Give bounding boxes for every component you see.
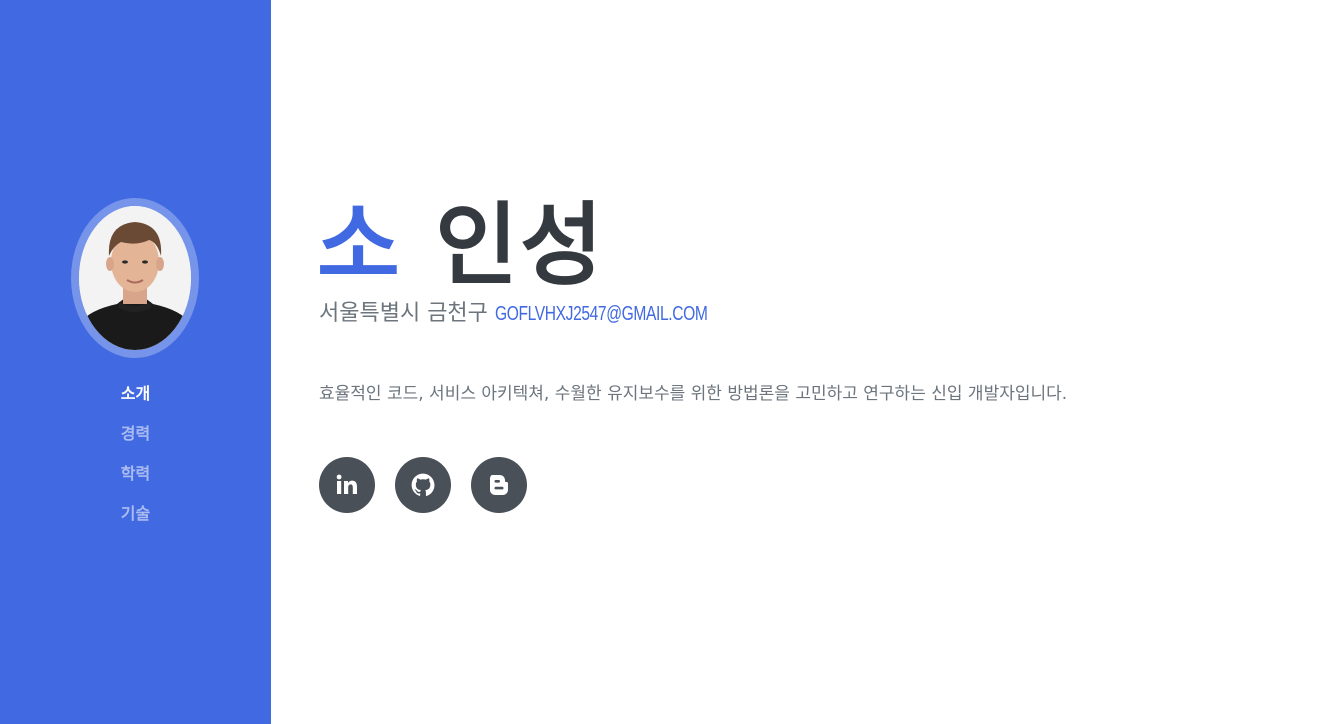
- location-text: 서울특별시 금천구: [319, 301, 488, 326]
- github-button[interactable]: [395, 457, 451, 513]
- profile-name: 소 인성: [317, 196, 605, 296]
- blogger-icon: [490, 475, 508, 495]
- nav-item-education[interactable]: 학력: [0, 460, 271, 500]
- nav-item-skills[interactable]: 기술: [0, 500, 271, 540]
- about-section: 소 인성 서울특별시 금천구 GOFLVHXJ2547@GMAIL.COM 효율…: [271, 0, 1338, 724]
- social-icons: [319, 457, 527, 513]
- blogger-button[interactable]: [471, 457, 527, 513]
- linkedin-button[interactable]: [319, 457, 375, 513]
- linkedin-icon: [336, 474, 357, 494]
- intro-text: 효율적인 코드, 서비스 아키텍쳐, 수월한 유지보수를 위한 방법론을 고민하…: [319, 384, 1068, 404]
- nav-item-about[interactable]: 소개: [0, 380, 271, 420]
- github-icon: [411, 473, 435, 496]
- first-name: 소: [317, 193, 402, 298]
- avatar: [79, 206, 191, 350]
- nav-item-experience[interactable]: 경력: [0, 420, 271, 460]
- sidebar: 소개 경력 학력 기술: [0, 0, 271, 724]
- email-link[interactable]: GOFLVHXJ2547@GMAIL.COM: [495, 298, 708, 330]
- last-name: 인성: [435, 193, 605, 298]
- sidebar-nav: 소개 경력 학력 기술: [0, 380, 271, 540]
- contact-line: 서울특별시 금천구 GOFLVHXJ2547@GMAIL.COM: [319, 298, 767, 330]
